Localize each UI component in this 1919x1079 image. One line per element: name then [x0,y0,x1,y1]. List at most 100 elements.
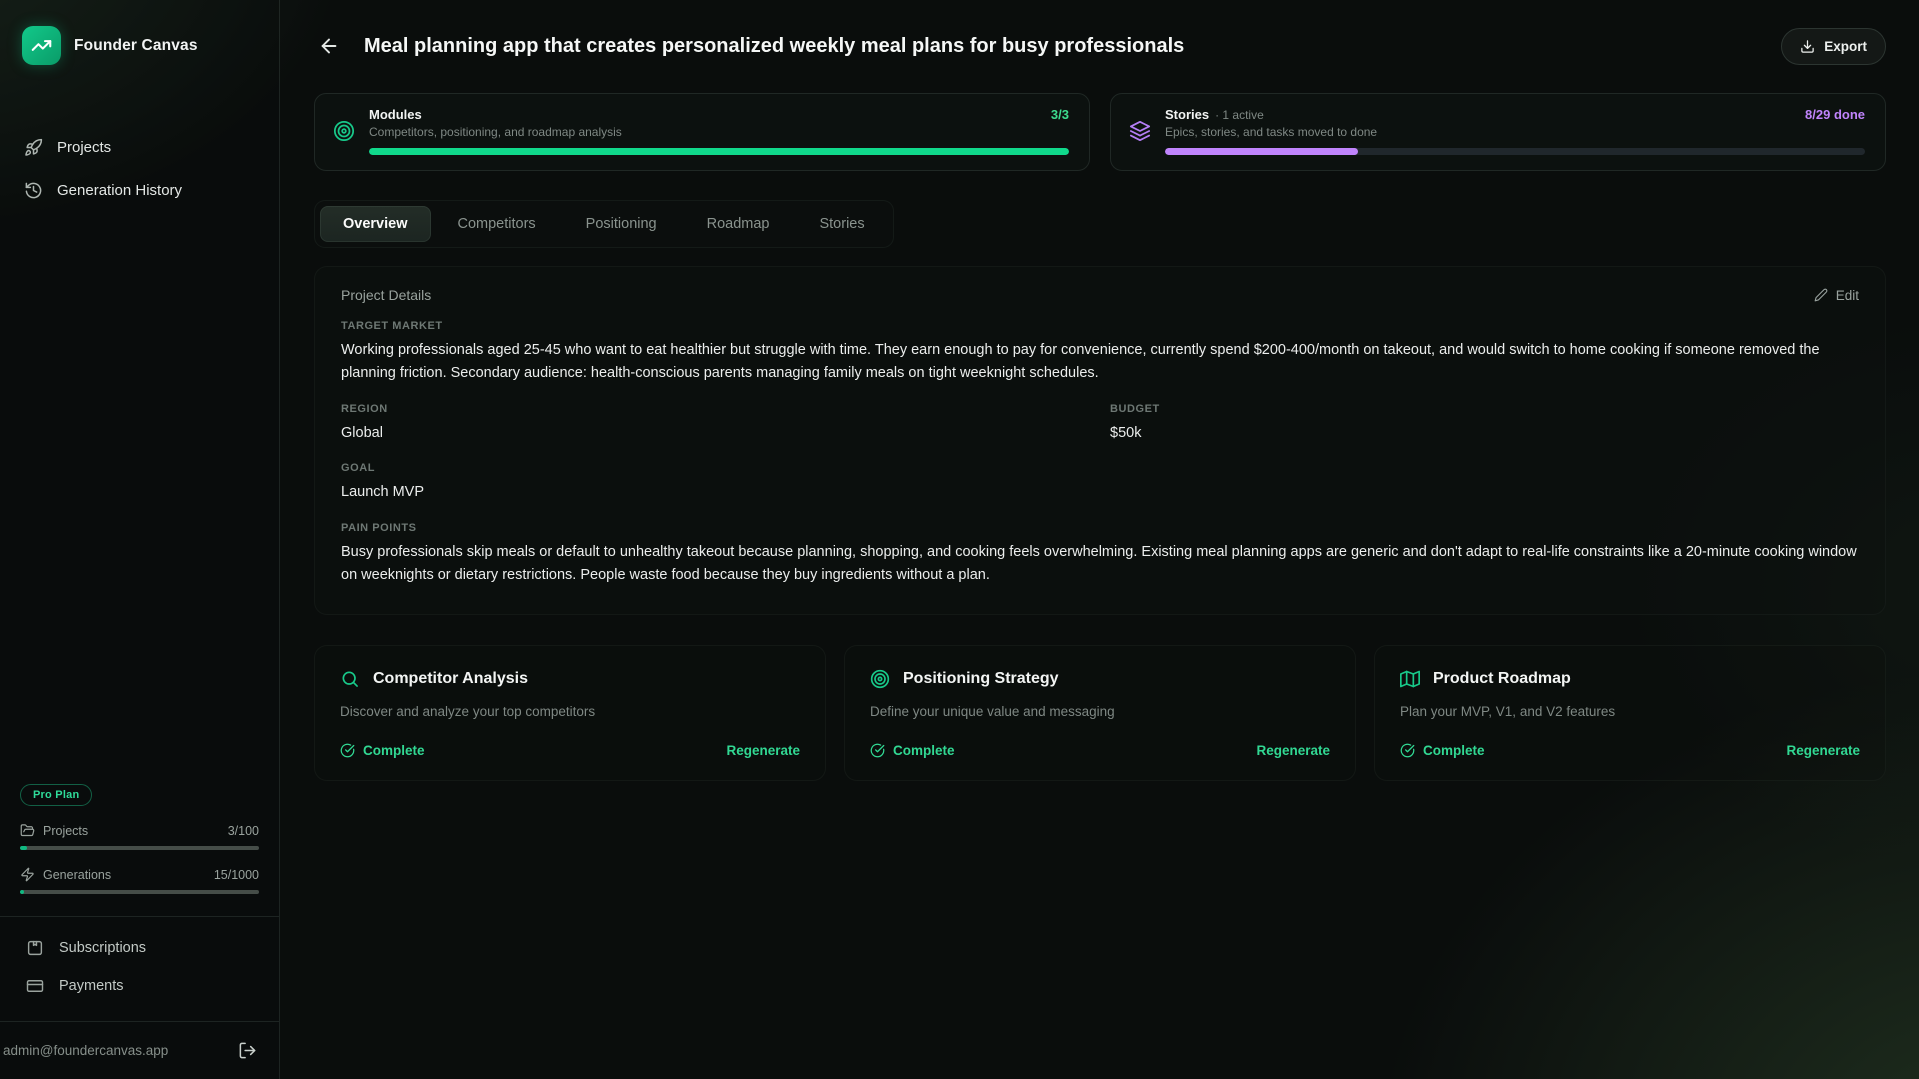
rocket-icon [24,138,43,157]
edit-button[interactable]: Edit [1814,288,1859,303]
secondary-nav: Subscriptions Payments [0,916,279,1013]
export-label: Export [1824,39,1867,54]
regenerate-button[interactable]: Regenerate [1256,743,1330,758]
app-logo: Founder Canvas [0,0,279,75]
layers-icon [1129,120,1151,142]
sidebar-item-label: Generation History [57,182,182,199]
module-status: Complete [870,743,955,758]
export-button[interactable]: Export [1781,28,1886,65]
progress-bar [1165,148,1865,155]
module-status: Complete [340,743,425,758]
arrow-left-icon [318,35,340,57]
module-description: Discover and analyze your top competitor… [340,704,800,719]
tabs-bar: Overview Competitors Positioning Roadmap… [314,200,894,248]
tab-competitors[interactable]: Competitors [435,206,559,242]
usage-generations: Generations 15/1000 [20,867,259,894]
progress-bar [369,148,1069,155]
back-button[interactable] [314,31,344,61]
app-title: Founder Canvas [74,37,198,55]
sidebar-item-generation-history[interactable]: Generation History [14,172,265,209]
panel-title: Project Details [341,287,431,303]
progress-count: 8/29 done [1805,107,1865,122]
competitor-analysis-card: Competitor Analysis Discover and analyze… [314,645,826,781]
progress-fill [1165,148,1358,155]
usage-value: 3/100 [228,824,259,838]
package-icon [26,939,44,957]
page-title: Meal planning app that creates personali… [364,35,1761,58]
tab-overview[interactable]: Overview [320,206,431,242]
main-content: Meal planning app that creates personali… [280,0,1919,1079]
product-roadmap-card: Product Roadmap Plan your MVP, V1, and V… [1374,645,1886,781]
modules-progress-card: Modules 3/3 Competitors, positioning, an… [314,93,1090,171]
logout-icon [238,1041,257,1060]
regenerate-button[interactable]: Regenerate [726,743,800,758]
sidebar-item-projects[interactable]: Projects [14,129,265,166]
target-icon [870,669,890,689]
field-value-pain-points: Busy professionals skip meals or default… [341,541,1859,588]
map-icon [1400,669,1420,689]
field-value-budget: $50k [1110,422,1859,445]
sidebar-item-label: Payments [59,978,123,994]
positioning-strategy-card: Positioning Strategy Define your unique … [844,645,1356,781]
check-circle-icon [1400,743,1415,758]
history-icon [24,181,43,200]
tab-stories[interactable]: Stories [796,206,887,242]
module-title: Product Roadmap [1433,670,1571,688]
sidebar-item-subscriptions[interactable]: Subscriptions [14,931,265,965]
target-icon [333,120,355,142]
project-details-panel: Project Details Edit Target Market Worki… [314,266,1886,615]
card-title: Modules [369,107,422,122]
sidebar-item-payments[interactable]: Payments [14,969,265,1003]
status-label: Complete [893,743,955,758]
module-description: Define your unique value and messaging [870,704,1330,719]
sidebar-item-label: Subscriptions [59,940,146,956]
plan-section: Pro Plan Projects 3/100 [0,784,279,900]
usage-value: 15/1000 [214,868,259,882]
edit-label: Edit [1836,288,1859,303]
usage-fill [20,890,24,894]
field-value-goal: Launch MVP [341,481,1859,504]
usage-bar [20,890,259,894]
user-email: admin@foundercanvas.app [3,1043,168,1058]
sidebar: Founder Canvas Projects Generation Histo… [0,0,280,1079]
card-title-suffix: · 1 active [1215,108,1264,122]
field-value-region: Global [341,422,1090,445]
module-status: Complete [1400,743,1485,758]
folder-icon [20,823,35,838]
usage-label: Projects [43,824,88,838]
tab-roadmap[interactable]: Roadmap [684,206,793,242]
field-label-target-market: Target Market [341,320,1859,332]
search-icon [340,669,360,689]
card-subtitle: Competitors, positioning, and roadmap an… [369,125,1069,139]
logout-button[interactable] [236,1039,259,1062]
usage-bar [20,846,259,850]
sidebar-item-label: Projects [57,139,111,156]
progress-summary: Modules 3/3 Competitors, positioning, an… [314,93,1886,171]
page-header: Meal planning app that creates personali… [314,24,1886,68]
field-label-pain-points: Pain Points [341,522,1859,534]
module-title: Competitor Analysis [373,670,528,688]
card-subtitle: Epics, stories, and tasks moved to done [1165,125,1865,139]
card-title: Stories [1165,107,1209,122]
zap-icon [20,867,35,882]
pencil-icon [1814,288,1828,302]
tab-positioning[interactable]: Positioning [563,206,680,242]
status-label: Complete [363,743,425,758]
module-description: Plan your MVP, V1, and V2 features [1400,704,1860,719]
usage-projects: Projects 3/100 [20,823,259,850]
usage-label: Generations [43,868,111,882]
module-title: Positioning Strategy [903,670,1059,688]
primary-nav: Projects Generation History [0,75,279,209]
sidebar-footer: admin@foundercanvas.app [0,1021,279,1079]
stories-progress-card: Stories · 1 active 8/29 done Epics, stor… [1110,93,1886,171]
regenerate-button[interactable]: Regenerate [1786,743,1860,758]
check-circle-icon [340,743,355,758]
logo-badge [22,26,61,65]
status-label: Complete [1423,743,1485,758]
download-icon [1800,39,1815,54]
credit-card-icon [26,977,44,995]
usage-fill [20,846,27,850]
module-cards: Competitor Analysis Discover and analyze… [314,645,1886,781]
trending-up-icon [31,35,52,56]
check-circle-icon [870,743,885,758]
